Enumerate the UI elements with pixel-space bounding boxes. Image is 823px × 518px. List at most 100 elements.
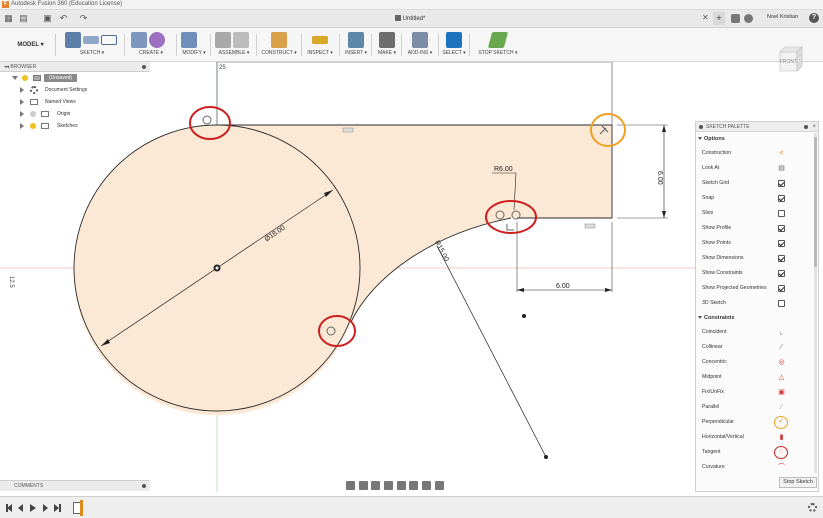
parallel-icon[interactable]: ∕: [777, 403, 786, 412]
expand-arrow-icon[interactable]: [20, 99, 24, 105]
create-form-icon[interactable]: [149, 32, 165, 48]
assemble-menu-label[interactable]: ASSEMBLE ▾: [214, 50, 254, 56]
curvature-icon[interactable]: ⌒: [777, 463, 786, 472]
timeline-marker[interactable]: [80, 500, 83, 516]
inspect-group[interactable]: INSPECT ▾: [305, 30, 335, 60]
pin-icon[interactable]: [804, 125, 808, 129]
top-axis-dim-text[interactable]: 25: [219, 65, 226, 71]
3d-sketch-checkbox[interactable]: [778, 300, 785, 307]
construction-icon[interactable]: <: [777, 149, 786, 158]
constraints-section-header[interactable]: Constraints: [696, 311, 818, 325]
height-dim-text[interactable]: 6.00: [656, 171, 663, 185]
midpoint-icon[interactable]: △: [777, 373, 786, 382]
palette-header[interactable]: SKETCH PALETTE ×: [696, 122, 818, 132]
insert-menu-label[interactable]: INSERT ▾: [343, 50, 369, 56]
viewports-icon[interactable]: [434, 481, 444, 490]
job-status-icon[interactable]: [731, 14, 740, 23]
radius-large-dim-text[interactable]: R15.00: [433, 239, 450, 262]
select-arrow-icon[interactable]: [446, 32, 462, 48]
make-menu-label[interactable]: MAKE ▾: [375, 50, 399, 56]
press-pull-icon[interactable]: [181, 32, 197, 48]
tangent-icon[interactable]: ◌: [774, 446, 788, 459]
show-profile-checkbox[interactable]: [778, 225, 785, 232]
horizontal-constraint-icon[interactable]: [584, 223, 596, 229]
browser-item-document-settings[interactable]: Document Settings: [0, 84, 150, 96]
stop-sketch-button[interactable]: Stop Sketch: [779, 477, 817, 488]
save-icon[interactable]: ▣: [42, 13, 53, 24]
browser-item-sketches[interactable]: Sketches: [0, 120, 150, 132]
option-show-projected-geometries[interactable]: Show Projected Geometries: [696, 281, 818, 296]
option-sketch-grid[interactable]: Sketch Grid: [696, 176, 818, 191]
make-group[interactable]: MAKE ▾: [375, 30, 399, 60]
look-at-icon[interactable]: ▤: [777, 164, 786, 173]
notifications-icon[interactable]: [744, 14, 753, 23]
3d-print-icon[interactable]: [379, 32, 395, 48]
add-ins-group[interactable]: ADD-INS ▾: [405, 30, 435, 60]
app-grid-icon[interactable]: ▦: [3, 13, 14, 24]
fit-icon[interactable]: [396, 481, 406, 490]
create-group[interactable]: CREATE ▾: [130, 30, 172, 60]
sketch-group[interactable]: SKETCH ▾: [64, 30, 120, 60]
constraint-concentric[interactable]: Concentric ◎: [696, 355, 818, 370]
display-settings-icon[interactable]: [409, 481, 419, 490]
step-back-icon[interactable]: [18, 504, 23, 512]
document-tab[interactable]: Untitled*: [370, 13, 450, 25]
constraint-collinear[interactable]: Collinear ⁄: [696, 340, 818, 355]
user-account[interactable]: Noel Kristian: [767, 14, 798, 20]
create-menu-label[interactable]: CREATE ▾: [130, 50, 172, 56]
slice-checkbox[interactable]: [778, 210, 785, 217]
constraint-tangent[interactable]: Tangent ◌: [696, 445, 818, 460]
close-icon[interactable]: ×: [812, 122, 816, 132]
pan-icon[interactable]: [371, 481, 381, 490]
option-show-constraints[interactable]: Show Constraints: [696, 266, 818, 281]
measure-icon[interactable]: [312, 36, 328, 44]
perpendicular-constraint-icon[interactable]: [506, 224, 514, 231]
new-tab-icon[interactable]: +: [713, 12, 725, 25]
constraint-coincident[interactable]: Coincident ⌞: [696, 325, 818, 340]
close-tab-icon[interactable]: ✕: [702, 13, 709, 22]
options-section-header[interactable]: Options: [696, 132, 818, 146]
extrude-icon[interactable]: [131, 32, 147, 48]
view-cube[interactable]: FRONT: [775, 44, 805, 74]
construct-group[interactable]: CONSTRUCT ▾: [260, 30, 298, 60]
perpendicular-icon[interactable]: ✓: [774, 416, 788, 429]
visibility-bulb-icon[interactable]: [22, 75, 28, 81]
scripts-add-ins-icon[interactable]: [412, 32, 428, 48]
visibility-bulb-icon[interactable]: [30, 111, 36, 117]
step-forward-icon[interactable]: [43, 504, 48, 512]
palette-menu-icon[interactable]: [699, 125, 703, 129]
go-to-start-arrow[interactable]: [7, 504, 12, 512]
workspace-switcher[interactable]: MODEL ▾: [6, 34, 56, 56]
orbit-icon[interactable]: [346, 481, 355, 490]
constraint-curvature[interactable]: Curvature ⌒: [696, 460, 818, 475]
scrollbar-thumb[interactable]: [814, 137, 817, 267]
inspect-menu-label[interactable]: INSPECT ▾: [305, 50, 335, 56]
undo-icon[interactable]: ↶: [58, 13, 69, 24]
browser-item-named-views[interactable]: Named Views: [0, 96, 150, 108]
visibility-bulb-icon[interactable]: [30, 123, 36, 129]
sketch-menu-label[interactable]: SKETCH ▾: [64, 50, 120, 56]
option-slice[interactable]: Slice: [696, 206, 818, 221]
option-3d-sketch[interactable]: 3D Sketch: [696, 296, 818, 311]
select-group[interactable]: SELECT ▾: [442, 30, 466, 60]
show-points-checkbox[interactable]: [778, 240, 785, 247]
modify-menu-label[interactable]: MODIFY ▾: [180, 50, 208, 56]
constraint-fix-unfix[interactable]: Fix/UnFix ▣: [696, 385, 818, 400]
assemble-group[interactable]: ASSEMBLE ▾: [214, 30, 254, 60]
help-icon[interactable]: ?: [809, 13, 819, 23]
coincident-icon[interactable]: ⌞: [777, 328, 786, 337]
left-axis-dim-text[interactable]: 12.5: [8, 276, 14, 288]
stop-sketch-group[interactable]: STOP SKETCH ▾: [475, 30, 521, 60]
stop-sketch-icon[interactable]: [487, 32, 509, 48]
show-constraints-checkbox[interactable]: [778, 270, 785, 277]
new-component-icon[interactable]: [215, 32, 231, 48]
expand-arrow-icon[interactable]: [20, 87, 24, 93]
constraint-perpendicular[interactable]: Perpendicular ✓: [696, 415, 818, 430]
concentric-icon[interactable]: ◎: [777, 358, 786, 367]
option-show-points[interactable]: Show Points: [696, 236, 818, 251]
line-tool-icon[interactable]: [83, 36, 99, 44]
stop-sketch-menu-label[interactable]: STOP SKETCH ▾: [475, 50, 521, 56]
insert-group[interactable]: INSERT ▾: [343, 30, 369, 60]
pin-icon[interactable]: [142, 484, 146, 488]
look-at-icon[interactable]: [358, 481, 368, 490]
